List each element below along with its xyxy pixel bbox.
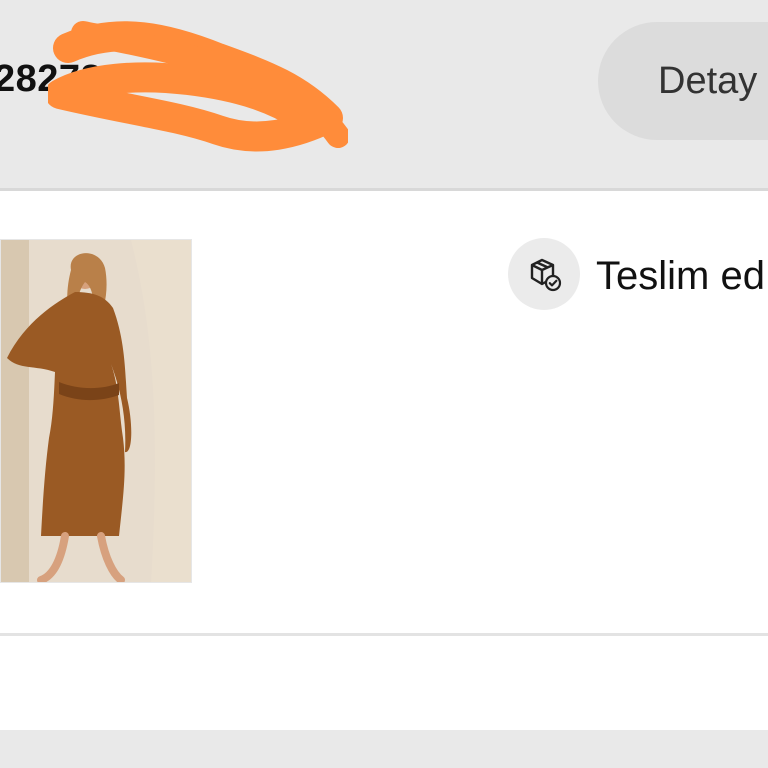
delivery-status-icon: [508, 238, 580, 310]
bottom-background-band: [0, 730, 768, 768]
detail-button-label: Detay: [658, 59, 758, 102]
lower-card-area: [0, 636, 768, 730]
product-image[interactable]: [0, 239, 192, 583]
delivery-status-text: Teslim ed: [596, 254, 765, 298]
order-header: 28278 154 Detay: [0, 0, 768, 190]
package-check-icon: [530, 258, 562, 292]
dress-photo-icon: [1, 240, 191, 582]
order-item-card: Teslim ed: [0, 191, 768, 633]
order-screen: 28278 154 Detay Teslim ed: [0, 0, 768, 768]
detail-button[interactable]: Detay: [598, 22, 768, 140]
redaction-scribble: [48, 21, 348, 152]
